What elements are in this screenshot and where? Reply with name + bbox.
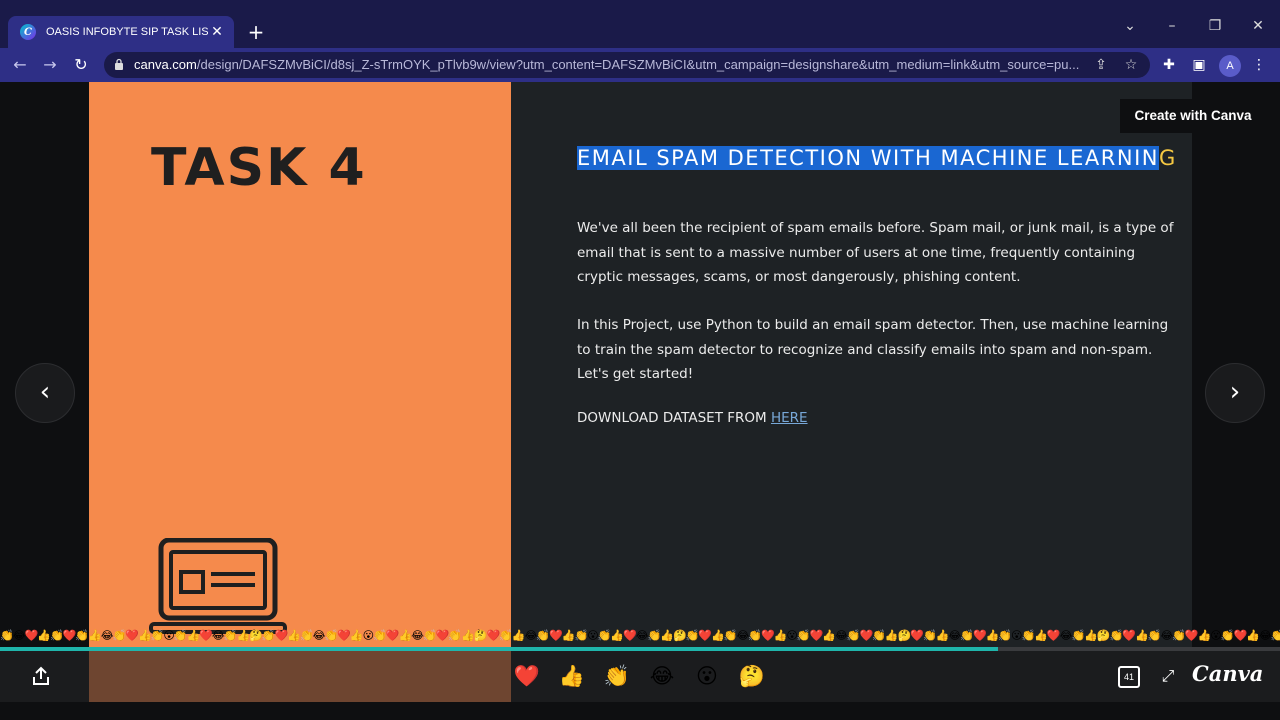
- headline-rest-text: G: [1158, 146, 1177, 170]
- slide-title: TASK 4: [151, 138, 367, 198]
- url-text: canva.com/design/DAFSZMvBiCI/d8sj_Z-sTrm…: [134, 57, 1084, 72]
- browser-titlebar: C OASIS INFOBYTE SIP TASK LIST ✕ + ⌄ – ❐…: [0, 0, 1280, 48]
- canva-logo[interactable]: Canva: [1192, 661, 1263, 686]
- slide-headline: EMAIL SPAM DETECTION WITH MACHINE LEARNI…: [577, 146, 1177, 170]
- previous-slide-button[interactable]: ‹: [15, 363, 75, 423]
- slide-grid-button[interactable]: 41: [1118, 666, 1140, 688]
- share-page-icon[interactable]: ⇪: [1092, 56, 1110, 74]
- url-host: canva.com: [134, 57, 197, 72]
- url-path: /design/DAFSZMvBiCI/d8sj_Z-sTrmOYK_pTlvb…: [196, 57, 1080, 72]
- chevron-left-icon: ‹: [39, 377, 51, 407]
- slide-paragraph-1: We've all been the recipient of spam ema…: [577, 220, 1174, 285]
- fullscreen-icon[interactable]: ⤢: [1158, 666, 1178, 686]
- forward-icon[interactable]: →: [39, 54, 61, 76]
- download-line: DOWNLOAD DATASET FROM HERE: [577, 410, 808, 426]
- minimize-icon[interactable]: –: [1160, 18, 1184, 34]
- browser-toolbar: ← → ↻ canva.com/design/DAFSZMvBiCI/d8sj_…: [0, 48, 1280, 82]
- create-with-canva-button[interactable]: Create with Canva: [1120, 99, 1266, 133]
- address-bar[interactable]: canva.com/design/DAFSZMvBiCI/d8sj_Z-sTrm…: [104, 52, 1150, 78]
- lock-icon: [115, 58, 123, 70]
- taskbar-gap: [0, 702, 1280, 720]
- side-panel-icon[interactable]: ▣: [1190, 56, 1208, 74]
- heart-reaction-button[interactable]: ❤️: [512, 661, 542, 691]
- thinking-reaction-button[interactable]: 🤔: [737, 661, 767, 691]
- profile-avatar[interactable]: A: [1219, 55, 1241, 77]
- tab-close-icon[interactable]: ✕: [208, 24, 226, 40]
- clap-reaction-button[interactable]: 👏: [602, 661, 632, 691]
- viewer-bottom-bar: ❤️ 👍 👏 😂 😮 🤔 41 ⤢ Canva: [0, 651, 1280, 702]
- surprised-reaction-button[interactable]: 😮: [692, 661, 722, 691]
- extensions-icon[interactable]: ✚: [1160, 56, 1178, 74]
- restore-icon[interactable]: ❐: [1203, 18, 1227, 34]
- tab-search-icon[interactable]: ⌄: [1118, 18, 1142, 34]
- headline-selected-text: EMAIL SPAM DETECTION WITH MACHINE LEARNI…: [577, 146, 1159, 170]
- dataset-link[interactable]: HERE: [771, 410, 808, 426]
- slide-paragraph-2: In this Project, use Python to build an …: [577, 317, 1169, 382]
- download-text: DOWNLOAD DATASET FROM: [577, 410, 771, 426]
- slide-right-panel: EMAIL SPAM DETECTION WITH MACHINE LEARNI…: [511, 82, 1192, 648]
- new-tab-button[interactable]: +: [244, 20, 268, 44]
- presentation-viewer: TASK 4 EMAIL SPAM DETECTION WITH MACHINE…: [0, 82, 1280, 702]
- reaction-emoji-stream: 👏😂❤️👍👏❤️👏👍😂👏❤️👍👏😮👏👍❤️😂👏👍🤔👏❤️👍👏😂👏❤️👍😮👏❤️👍…: [0, 629, 1280, 642]
- share-icon[interactable]: [30, 665, 52, 687]
- chevron-right-icon: ›: [1229, 377, 1241, 407]
- menu-icon[interactable]: ⋮: [1250, 56, 1268, 74]
- next-slide-button[interactable]: ›: [1205, 363, 1265, 423]
- close-window-icon[interactable]: ✕: [1246, 18, 1270, 34]
- canva-favicon-icon: C: [20, 24, 36, 40]
- slide-thumbnail-strip: [89, 651, 511, 702]
- tab-title: OASIS INFOBYTE SIP TASK LIST: [46, 26, 208, 38]
- back-icon[interactable]: ←: [9, 54, 31, 76]
- thumbs-up-reaction-button[interactable]: 👍: [557, 661, 587, 691]
- laugh-reaction-button[interactable]: 😂: [647, 661, 677, 691]
- browser-tab[interactable]: C OASIS INFOBYTE SIP TASK LIST ✕: [8, 16, 234, 48]
- slide-left-panel: TASK 4: [89, 82, 511, 648]
- reload-icon[interactable]: ↻: [70, 54, 92, 76]
- bookmark-star-icon[interactable]: ☆: [1122, 56, 1140, 74]
